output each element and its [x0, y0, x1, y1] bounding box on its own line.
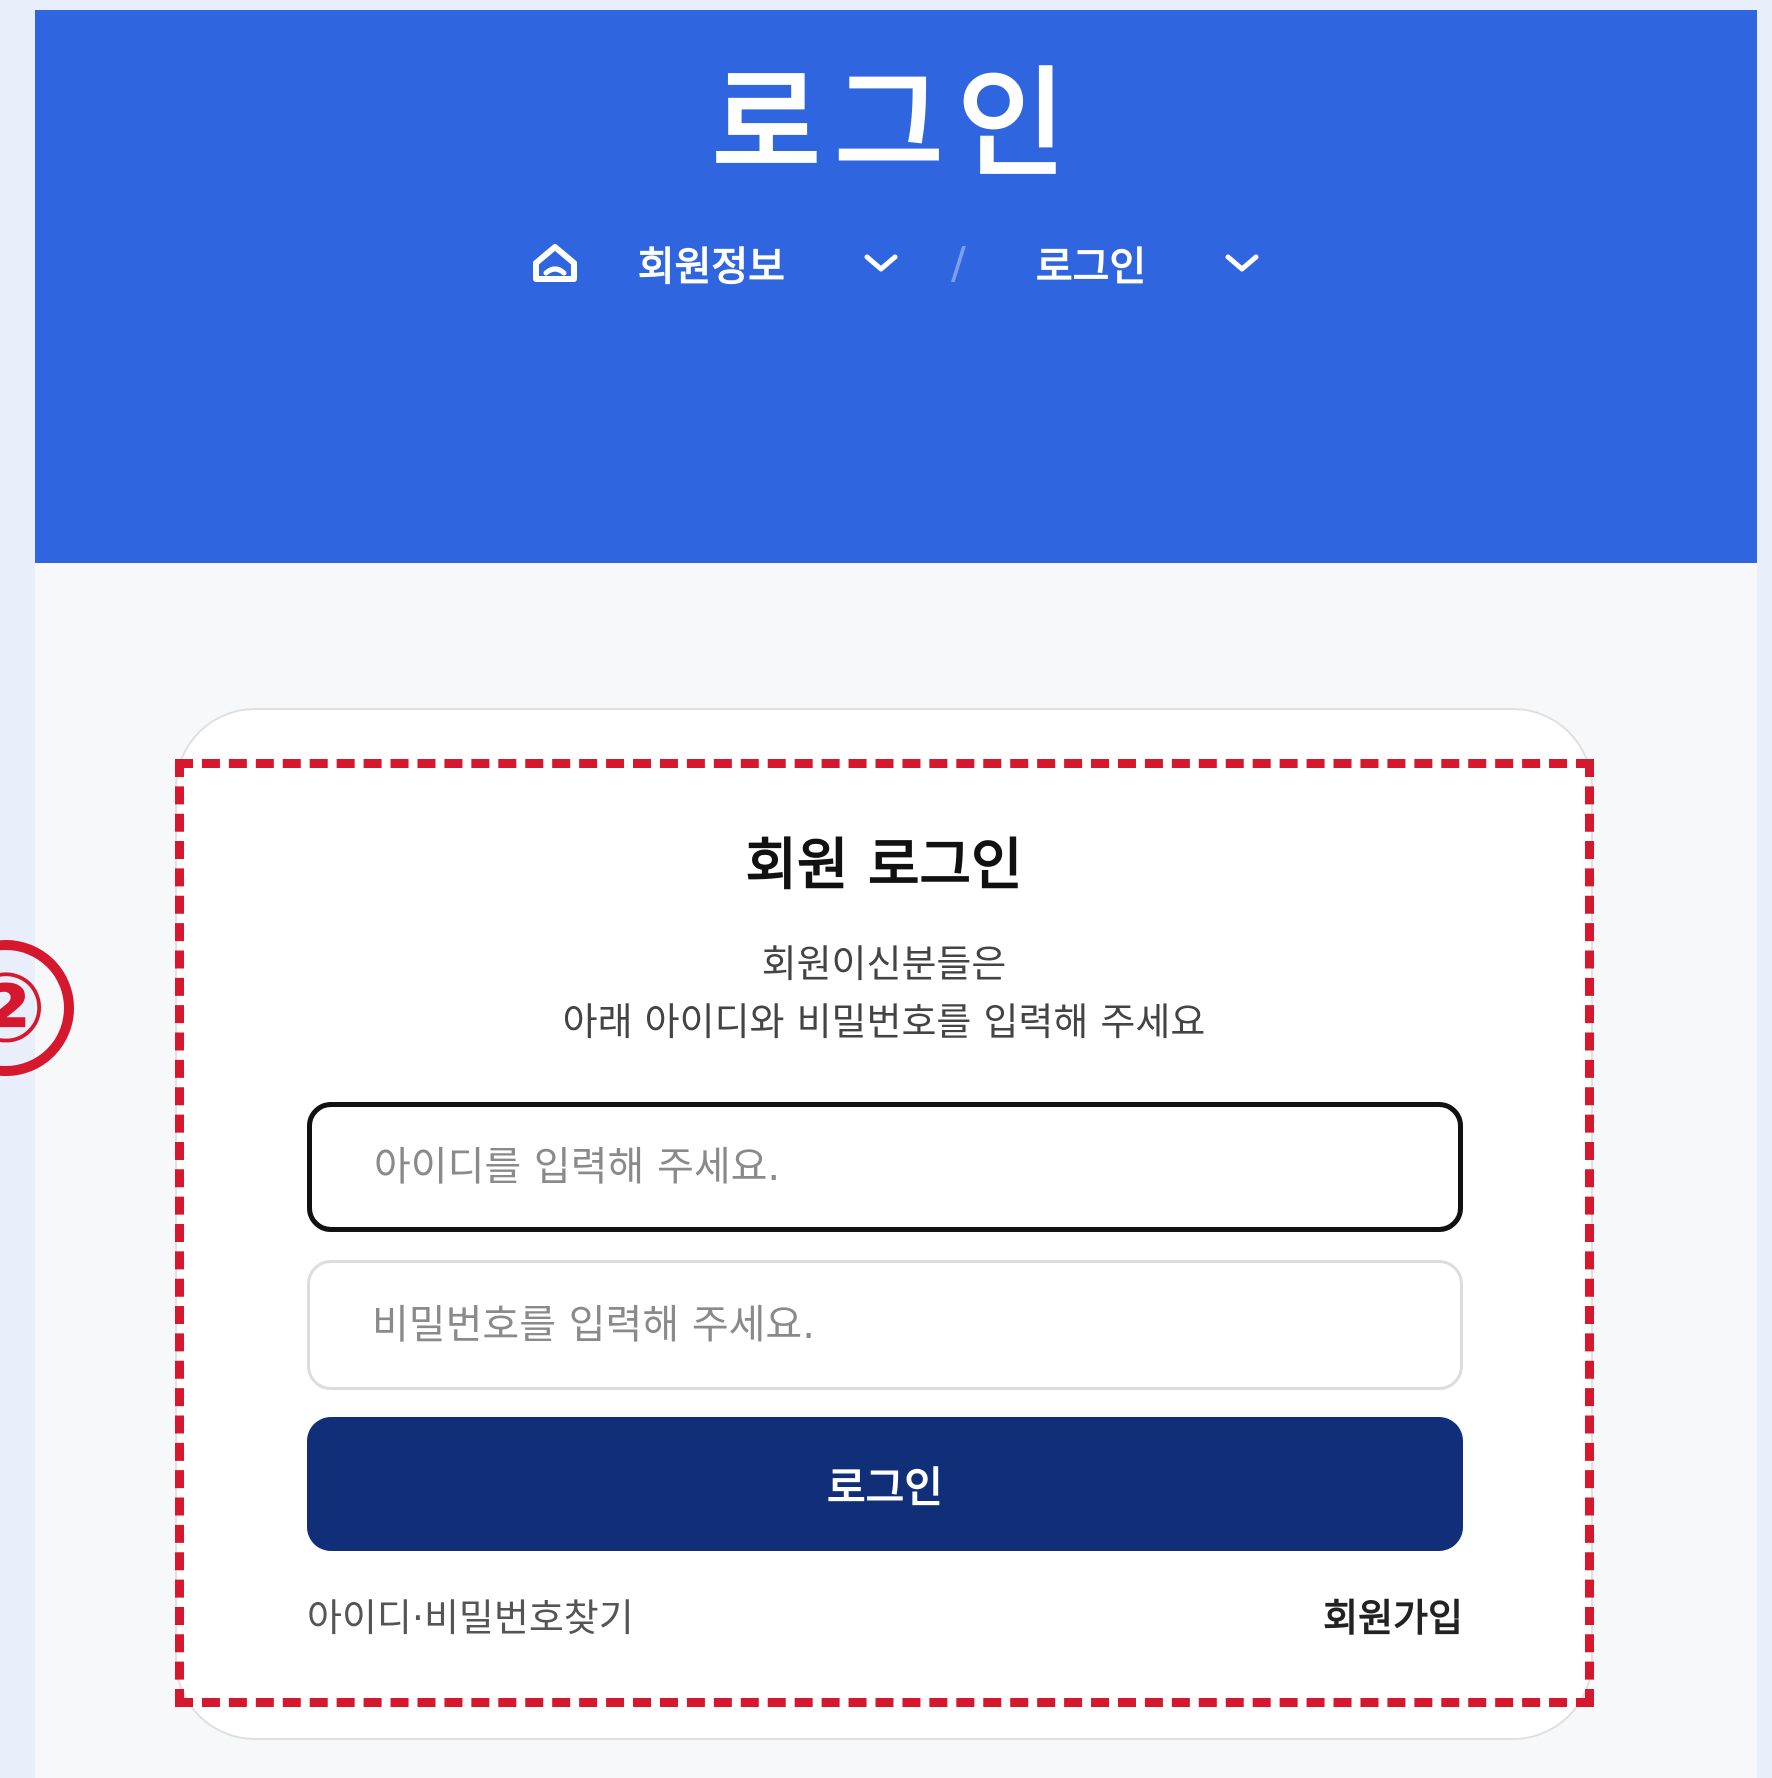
signup-link[interactable]: 회원가입	[1315, 1587, 1463, 1642]
breadcrumb-item-label: 로그인	[1035, 244, 1147, 290]
page-background: 로그인 회원정보 / 로그인 회원 로그인 회원이신분들은 아래 아이디와 비밀…	[35, 10, 1757, 1778]
login-description-line: 회원이신분들은	[761, 942, 1007, 986]
login-description-line: 아래 아이디와 비밀번호를 입력해 주세요	[562, 1000, 1206, 1044]
password-input[interactable]	[307, 1260, 1463, 1390]
login-description: 회원이신분들은 아래 아이디와 비밀번호를 입력해 주세요	[175, 935, 1593, 1051]
id-input[interactable]	[307, 1102, 1463, 1232]
find-id-password-link[interactable]: 아이디·비밀번호찾기	[307, 1587, 634, 1642]
breadcrumb-item-member-info[interactable]: 회원정보	[638, 234, 899, 292]
chevron-down-icon	[864, 254, 898, 272]
breadcrumb-separator: /	[950, 237, 966, 289]
annotation-dashed-box	[175, 759, 1594, 1707]
login-button[interactable]: 로그인	[307, 1417, 1463, 1551]
breadcrumb-item-login[interactable]: 로그인	[1036, 234, 1260, 292]
login-card-title: 회원 로그인	[745, 833, 1023, 898]
page-header-banner: 로그인 회원정보 / 로그인	[35, 10, 1757, 563]
breadcrumb: 회원정보 / 로그인	[35, 234, 1757, 292]
chevron-down-icon	[1225, 254, 1259, 272]
breadcrumb-item-label: 회원정보	[637, 244, 785, 290]
page-title: 로그인	[712, 55, 1080, 193]
home-icon[interactable]	[532, 243, 578, 283]
